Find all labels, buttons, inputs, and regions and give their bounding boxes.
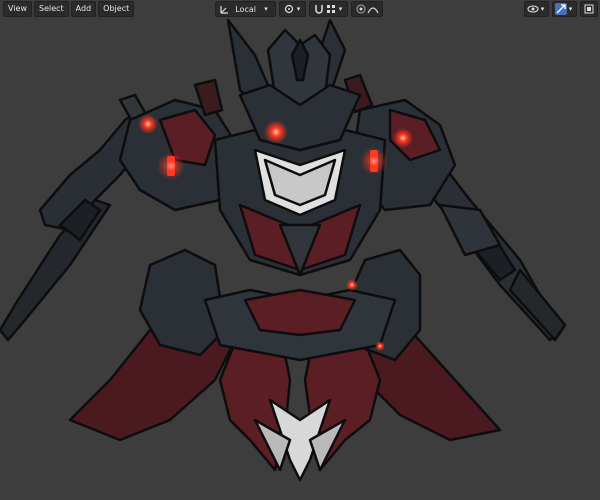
proportional-edit-group[interactable] bbox=[350, 1, 383, 17]
xray-group[interactable] bbox=[580, 1, 598, 17]
viewport-header: View Select Add Object Local ▾ ▾ ▾ ▾ ▾ bbox=[0, 0, 600, 18]
orientation-label: Local bbox=[235, 4, 256, 14]
falloff-curve-icon[interactable] bbox=[367, 3, 379, 15]
snap-magnet-icon bbox=[313, 3, 325, 15]
menu-object[interactable]: Object bbox=[98, 1, 135, 17]
menu-view[interactable]: View bbox=[3, 1, 32, 17]
torso bbox=[213, 128, 387, 277]
chevron-down-icon: ▾ bbox=[338, 5, 343, 13]
xray-icon[interactable] bbox=[583, 3, 595, 15]
visibility-group[interactable]: ▾ bbox=[524, 1, 549, 17]
head bbox=[226, 18, 362, 152]
chevron-down-icon: ▾ bbox=[568, 5, 573, 13]
chevron-down-icon: ▾ bbox=[264, 5, 268, 13]
overlays-icon[interactable] bbox=[555, 3, 567, 15]
menu-add[interactable]: Add bbox=[70, 1, 97, 17]
snap-grid-icon[interactable] bbox=[325, 3, 337, 15]
axis-icon bbox=[219, 3, 231, 15]
transform-orientation-dropdown[interactable]: Local ▾ bbox=[215, 1, 276, 17]
viewport-gizmo-icon[interactable] bbox=[527, 3, 539, 15]
mech-robot-model[interactable] bbox=[0, 0, 600, 500]
menu-select[interactable]: Select bbox=[33, 1, 69, 17]
chevron-down-icon: ▾ bbox=[296, 5, 301, 13]
3d-viewport[interactable]: View Select Add Object Local ▾ ▾ ▾ ▾ ▾ bbox=[0, 0, 600, 500]
pivot-point-dropdown[interactable]: ▾ bbox=[278, 1, 306, 17]
overlays-group[interactable]: ▾ bbox=[552, 1, 577, 17]
pivot-point-icon bbox=[283, 3, 295, 15]
proportional-edit-icon[interactable] bbox=[355, 3, 367, 15]
chevron-down-icon: ▾ bbox=[540, 5, 545, 13]
snap-toggle[interactable]: ▾ bbox=[308, 1, 348, 17]
